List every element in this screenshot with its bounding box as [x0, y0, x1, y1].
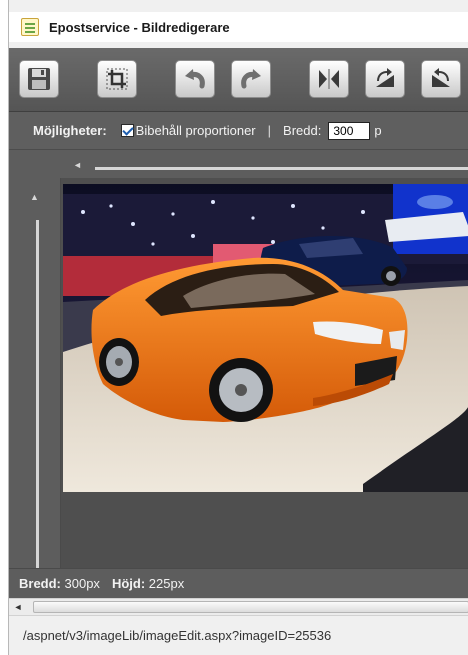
horizontal-scrollbar[interactable]: ◄	[9, 598, 468, 616]
flip-horizontal-icon	[316, 66, 342, 92]
image-editor-window: Epostservice - Bildredigerare Möjlighete…	[8, 0, 468, 655]
document-icon	[21, 18, 39, 36]
undo-icon	[182, 66, 208, 92]
redo-icon	[238, 66, 264, 92]
image-canvas	[61, 178, 468, 568]
rotate-left-button[interactable]	[365, 60, 405, 98]
size-width-label: Bredd:	[19, 576, 61, 591]
size-height-label: Höjd:	[111, 576, 146, 591]
redo-button[interactable]	[231, 60, 271, 98]
rotate-left-icon	[372, 66, 398, 92]
vertical-slider-track[interactable]	[36, 220, 39, 568]
flip-horizontal-button[interactable]	[309, 60, 349, 98]
rotate-right-button[interactable]	[421, 60, 461, 98]
vertical-resize-slider[interactable]: ▲	[9, 178, 61, 568]
horizontal-slider-track[interactable]	[95, 167, 468, 170]
slider-up-arrow-icon[interactable]: ▲	[30, 192, 39, 202]
horizontal-resize-slider[interactable]: ◄	[9, 150, 468, 178]
slider-left-arrow-icon[interactable]: ◄	[73, 160, 82, 170]
crop-button[interactable]	[97, 60, 137, 98]
options-separator: |	[267, 123, 272, 138]
image-size-info: Bredd: 300px Höjd: 225px	[9, 568, 468, 598]
floppy-disk-icon	[26, 66, 52, 92]
status-bar: /aspnet/v3/imageLib/imageEdit.aspx?image…	[9, 616, 468, 655]
rotate-right-icon	[428, 66, 454, 92]
size-height-value: 225px	[148, 576, 185, 591]
options-label: Möjligheter:	[33, 123, 107, 138]
window-title: Epostservice - Bildredigerare	[49, 19, 230, 35]
scroll-left-arrow-icon[interactable]: ◄	[9, 599, 27, 615]
width-unit: p	[374, 123, 382, 138]
size-height: Höjd: 225px	[112, 576, 184, 591]
options-bar: Möjligheter: Bibehåll proportioner | Bre…	[9, 112, 468, 150]
width-label: Bredd:	[283, 123, 322, 138]
title-bar: Epostservice - Bildredigerare	[9, 12, 468, 42]
width-input[interactable]	[328, 121, 371, 140]
keep-proportions-label: Bibehåll proportioner	[135, 123, 256, 138]
editor-area: Möjligheter: Bibehåll proportioner | Bre…	[9, 48, 468, 598]
keep-proportions-checkbox[interactable]	[120, 124, 134, 137]
size-width-value: 300px	[64, 576, 100, 591]
toolbar	[9, 48, 468, 112]
scrollbar-thumb[interactable]	[33, 601, 468, 613]
size-width: Bredd: 300px	[19, 576, 100, 591]
save-button[interactable]	[19, 60, 59, 98]
status-url: /aspnet/v3/imageLib/imageEdit.aspx?image…	[23, 628, 332, 643]
crop-icon	[104, 66, 130, 92]
car-photo[interactable]	[63, 184, 468, 492]
undo-button[interactable]	[175, 60, 215, 98]
